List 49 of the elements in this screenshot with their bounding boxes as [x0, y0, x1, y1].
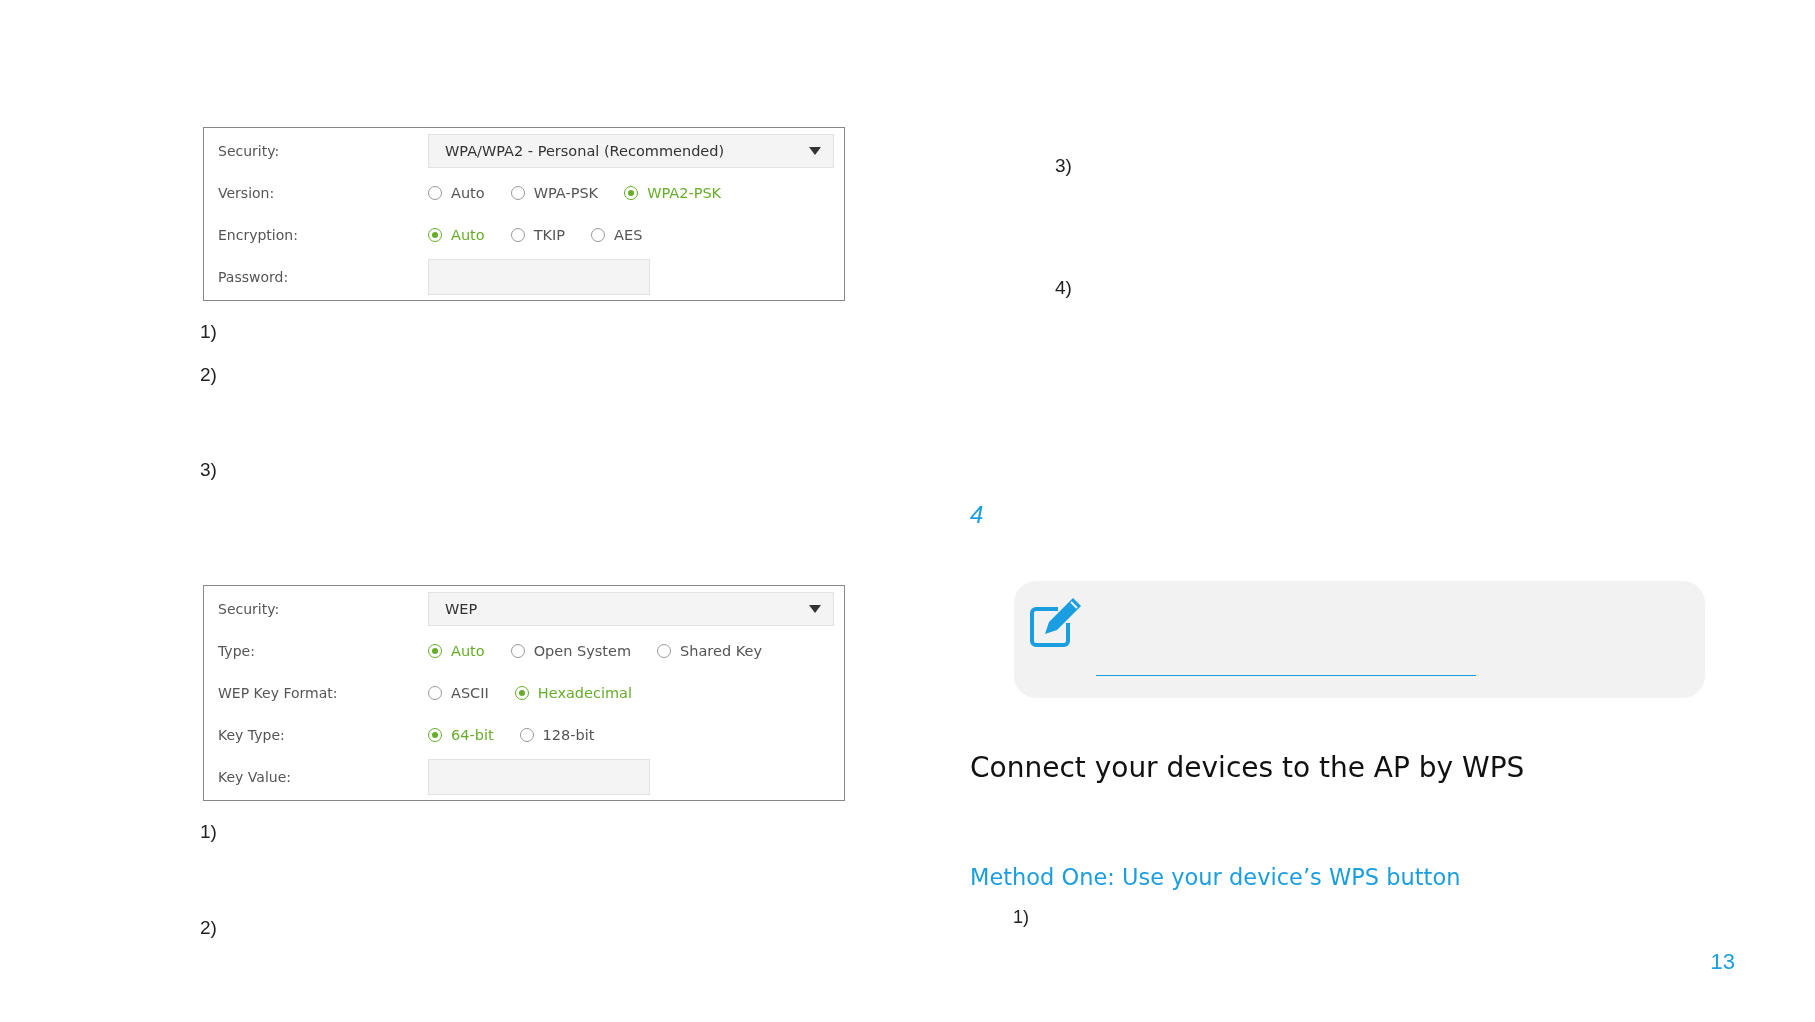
radio-option[interactable]: Shared Key	[657, 643, 763, 659]
radio-button[interactable]	[624, 186, 639, 200]
radio-button[interactable]	[657, 644, 672, 658]
section-heading: Connect your devices to the AP by WPS	[970, 751, 1525, 784]
field-label: Key Type:	[218, 727, 286, 743]
step-number: 3)	[200, 459, 217, 480]
section-number: 4	[970, 501, 984, 528]
radio-option[interactable]: TKIP	[510, 227, 566, 243]
radio-option[interactable]: AES	[591, 227, 643, 243]
step-number: 2)	[200, 917, 217, 938]
step-number: 4)	[1055, 277, 1072, 298]
field-label: Security:	[218, 143, 281, 159]
radio-button[interactable]	[428, 644, 442, 658]
radio-option[interactable]: ASCII	[428, 685, 489, 701]
field-label: Version:	[218, 185, 276, 201]
radio-button[interactable]	[428, 728, 442, 742]
radio-button[interactable]	[510, 186, 525, 200]
radio-button[interactable]	[428, 686, 442, 700]
radio-option[interactable]: Open System	[510, 643, 632, 659]
radio-option[interactable]: WPA-PSK	[510, 185, 599, 201]
step-number: 1)	[200, 321, 217, 342]
radio-button[interactable]	[428, 186, 442, 200]
radio-button[interactable]	[519, 728, 534, 742]
field-label: Key Value:	[218, 769, 292, 785]
field-label: Password:	[218, 269, 290, 285]
caret-icon	[809, 605, 821, 613]
edit-icon	[1028, 595, 1084, 649]
radio-button[interactable]	[591, 228, 606, 242]
radio-option[interactable]: Auto	[428, 185, 485, 201]
method-heading: Method One: Use your device’s WPS button	[970, 864, 1461, 890]
field-label: Encryption:	[218, 227, 299, 243]
radio-button[interactable]	[428, 228, 442, 242]
step-number: 3)	[1055, 155, 1072, 176]
field-label: Security:	[218, 601, 281, 617]
input-field[interactable]	[428, 259, 650, 295]
security-dropdown[interactable]: WPA/WPA2 - Personal (Recommended)	[428, 134, 834, 168]
input-field[interactable]	[428, 759, 650, 795]
field-label: WEP Key Format:	[218, 685, 339, 701]
step-number: 2)	[200, 364, 217, 385]
page-number: 13	[1710, 950, 1735, 974]
radio-button[interactable]	[514, 686, 529, 700]
caret-icon	[809, 147, 821, 155]
radio-button[interactable]	[510, 228, 525, 242]
step-number: 1)	[200, 821, 217, 842]
field-label: Type:	[218, 643, 256, 659]
radio-option[interactable]: 128-bit	[519, 727, 595, 743]
step-number: 1)	[1013, 907, 1029, 927]
radio-button[interactable]	[510, 644, 525, 658]
security-dropdown[interactable]: WEP	[428, 592, 834, 626]
